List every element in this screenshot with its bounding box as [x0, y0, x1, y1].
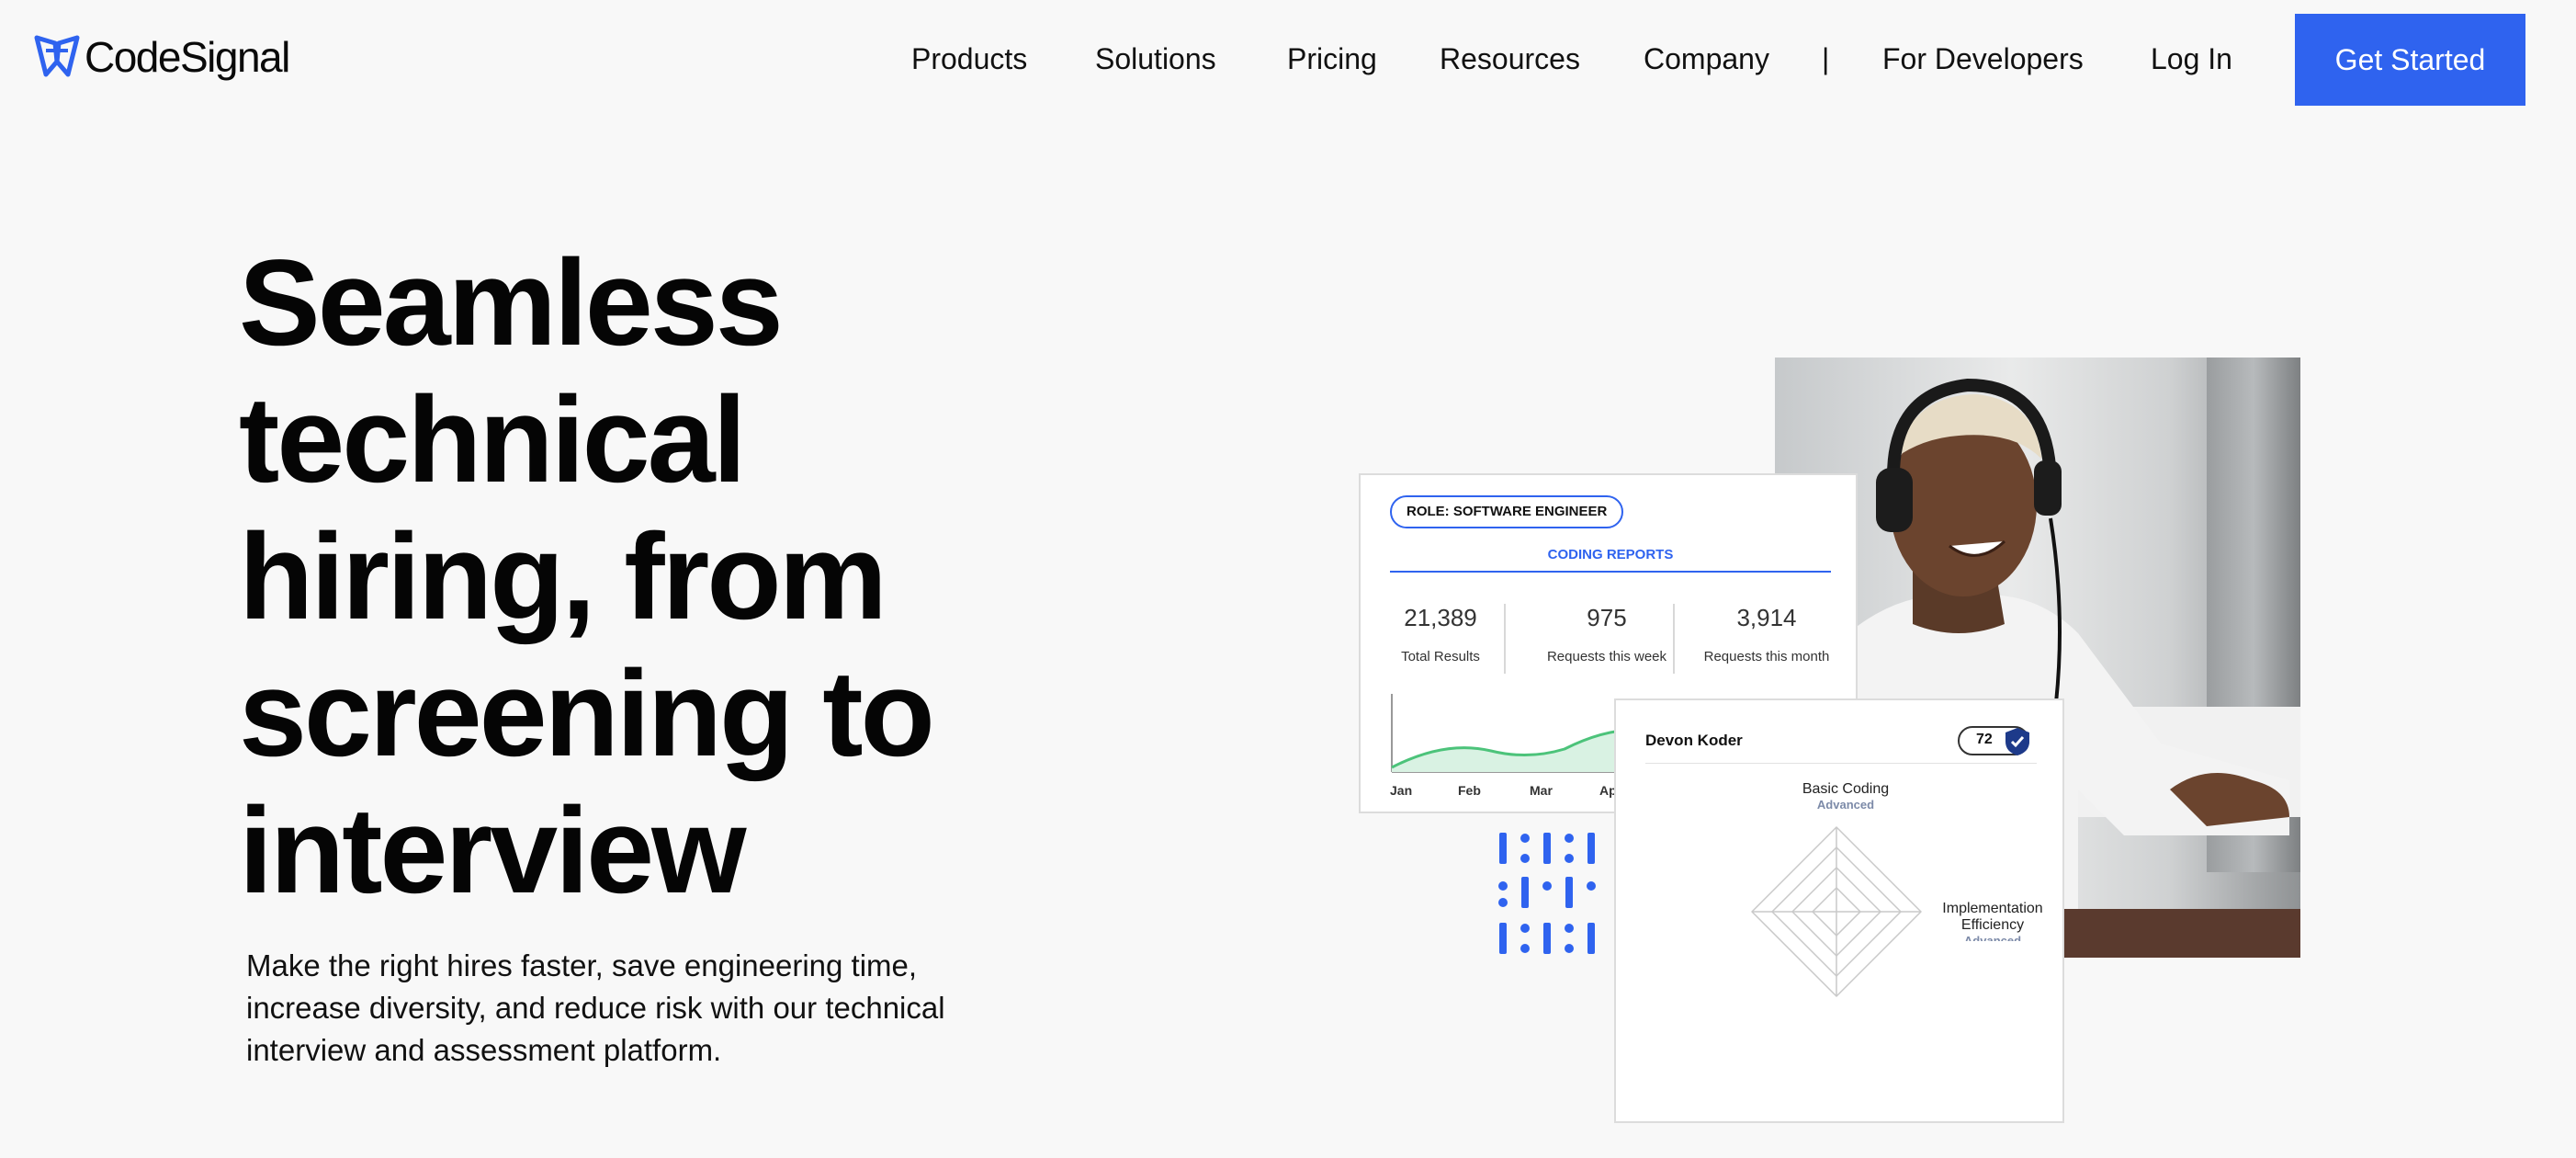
score-value: 72	[1976, 732, 1993, 747]
candidate-name: Devon Koder	[1645, 732, 1743, 749]
stat-divider	[1504, 604, 1506, 674]
candidate-profile-card: Devon Koder 72 Basic Coding Advanced Imp…	[1614, 698, 2064, 1123]
skill-implementation-efficiency: Implementation Efficiency Advanced	[1928, 901, 2057, 941]
profile-divider	[1645, 763, 2037, 764]
stat-requests-month: 3,914 Requests this month	[1689, 604, 1845, 664]
score-badge: 72	[1958, 726, 2029, 755]
hero-headline: Seamless technical hiring, from screenin…	[239, 235, 935, 919]
month-label: Jan	[1390, 783, 1413, 798]
coding-reports-title: CODING REPORTS	[1547, 547, 1674, 562]
brand-logo[interactable]: CodeSignal	[33, 33, 290, 81]
decorative-dot-pattern	[1498, 833, 1596, 954]
nav-solutions[interactable]: Solutions	[1095, 37, 1216, 81]
stat-label: Total Results	[1401, 649, 1480, 664]
stat-value: 21,389	[1404, 604, 1477, 631]
nav-separator: |	[1822, 42, 1830, 75]
stat-label: Requests this week	[1546, 649, 1667, 664]
stat-divider	[1673, 604, 1675, 674]
month-label: Feb	[1458, 783, 1481, 798]
skill-level: Advanced	[1816, 798, 1875, 812]
get-started-button[interactable]: Get Started	[2295, 14, 2525, 106]
nav-products[interactable]: Products	[911, 37, 1027, 81]
coding-reports-underline	[1390, 571, 1831, 573]
nav-log-in[interactable]: Log In	[2151, 37, 2232, 81]
stat-value: 3,914	[1736, 604, 1797, 631]
brand-name: CodeSignal	[85, 33, 290, 81]
shield-check-icon	[2005, 728, 2029, 755]
nav-resources[interactable]: Resources	[1440, 37, 1580, 81]
stat-label: Requests this month	[1703, 649, 1830, 664]
month-label: Mar	[1530, 783, 1553, 798]
skill-basic-coding: Basic Coding Advanced	[1772, 781, 1919, 812]
hero-subhead: Make the right hires faster, save engine…	[246, 948, 945, 1067]
skill-name: Basic Coding	[1802, 781, 1890, 797]
nav-pricing[interactable]: Pricing	[1287, 37, 1377, 81]
skill-level: Advanced	[1963, 934, 2022, 941]
nav-for-developers[interactable]: For Developers	[1882, 37, 2084, 81]
nav-company[interactable]: Company	[1644, 37, 1769, 81]
skills-radar-chart	[1751, 826, 1922, 997]
role-badge: ROLE: SOFTWARE ENGINEER	[1390, 495, 1624, 528]
stat-requests-week: 975 Requests this week	[1529, 604, 1685, 664]
stat-total-results: 21,389 Total Results	[1362, 604, 1519, 664]
codesignal-logo-icon	[34, 35, 80, 77]
stat-value: 975	[1587, 604, 1627, 631]
skill-name: Implementation Efficiency	[1942, 901, 2043, 933]
